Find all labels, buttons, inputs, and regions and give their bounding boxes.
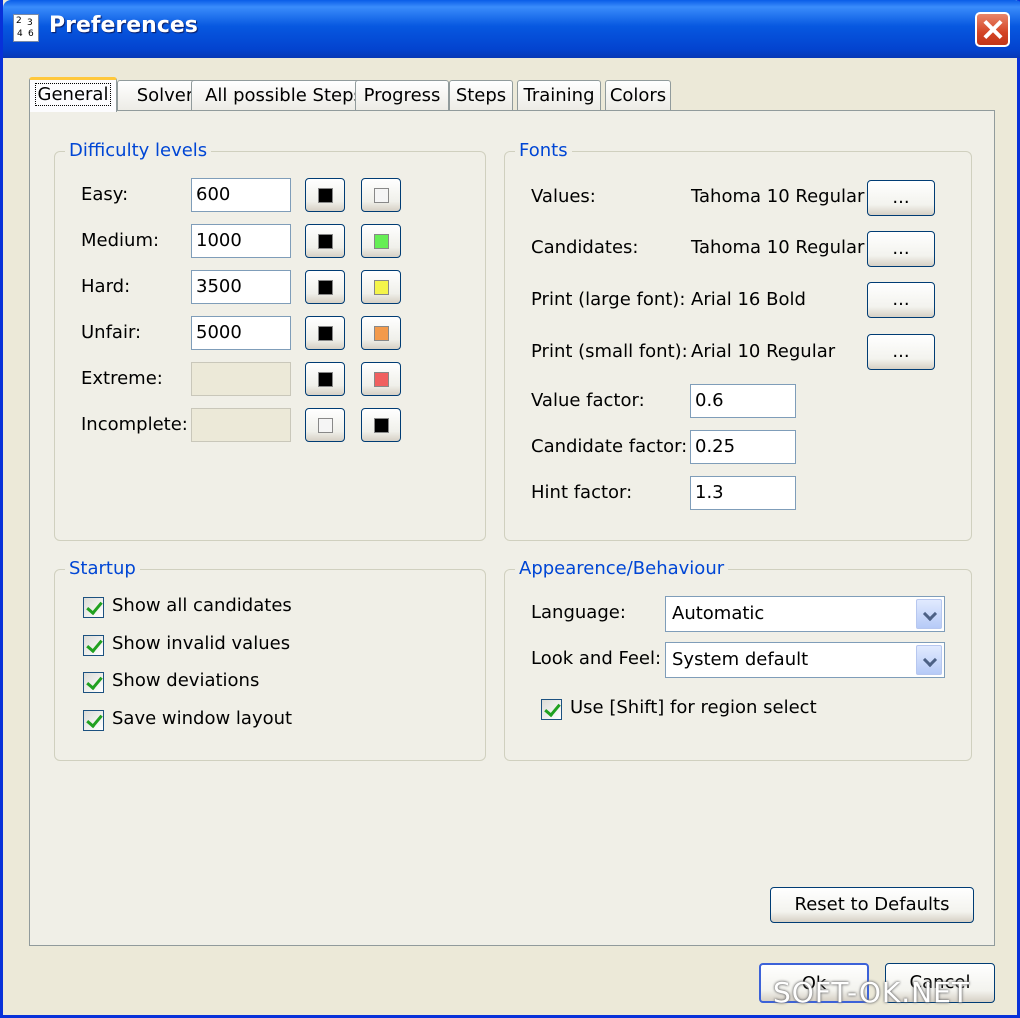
unfair-bg-color-button[interactable] xyxy=(361,316,401,350)
checkbox-checked-icon[interactable] xyxy=(83,597,104,618)
medium-bg-color-button[interactable] xyxy=(361,224,401,258)
look-and-feel-select[interactable]: System default xyxy=(665,642,945,678)
print-large-font-button[interactable]: ... xyxy=(867,282,935,318)
candidate-factor-field[interactable]: 0.25 xyxy=(690,430,796,464)
icon-digit: 4 xyxy=(17,29,23,39)
candidates-font-button[interactable]: ... xyxy=(867,231,935,267)
hint-factor-field[interactable]: 1.3 xyxy=(690,476,796,510)
incomplete-fg-color-button[interactable] xyxy=(305,408,345,442)
extreme-fg-color-button[interactable] xyxy=(305,362,345,396)
color-swatch xyxy=(374,280,389,295)
color-swatch xyxy=(374,234,389,249)
startup-group: Startup Show all candidates Show invalid… xyxy=(54,558,486,761)
icon-digit: 6 xyxy=(28,29,34,39)
print-small-font-button[interactable]: ... xyxy=(867,334,935,370)
difficulty-label: Easy: xyxy=(81,184,129,205)
group-title: Fonts xyxy=(515,140,572,161)
color-swatch xyxy=(318,234,333,249)
group-title: Difficulty levels xyxy=(65,140,212,161)
checkbox-checked-icon[interactable] xyxy=(83,635,104,656)
values-font-button[interactable]: ... xyxy=(867,180,935,216)
checkbox-checked-icon[interactable] xyxy=(83,710,104,731)
preferences-dialog: 2 3 4 6 Preferences General Solver All p… xyxy=(0,0,1020,1018)
tab-training[interactable]: Training xyxy=(517,80,601,111)
tab-all-possible-steps[interactable]: All possible Steps xyxy=(191,80,377,111)
easy-bg-color-button[interactable] xyxy=(361,178,401,212)
difficulty-label: Extreme: xyxy=(81,368,163,389)
checkbox-checked-icon[interactable] xyxy=(83,672,104,693)
chevron-down-icon[interactable] xyxy=(916,645,942,675)
medium-value-field[interactable]: 1000 xyxy=(191,224,291,258)
color-swatch xyxy=(318,372,333,387)
color-swatch xyxy=(374,418,389,433)
font-label: Print (small font): xyxy=(531,341,688,362)
appearance-group: Appearence/Behaviour Language: Automatic… xyxy=(504,558,972,761)
extreme-bg-color-button[interactable] xyxy=(361,362,401,396)
value-factor-field[interactable]: 0.6 xyxy=(690,384,796,418)
hard-value-field[interactable]: 3500 xyxy=(191,270,291,304)
color-swatch xyxy=(374,326,389,341)
icon-digit: 2 xyxy=(16,16,22,26)
language-label: Language: xyxy=(531,602,626,623)
window-title: Preferences xyxy=(49,13,198,38)
factor-label: Candidate factor: xyxy=(531,436,688,457)
tab-panel-general: Difficulty levels Easy: 600 Medium: 1000… xyxy=(29,110,995,946)
font-value: Tahoma 10 Regular xyxy=(691,186,865,207)
color-swatch xyxy=(318,418,333,433)
incomplete-value-field xyxy=(191,408,291,442)
reset-to-defaults-button[interactable]: Reset to Defaults xyxy=(770,887,974,923)
color-swatch xyxy=(374,188,389,203)
medium-fg-color-button[interactable] xyxy=(305,224,345,258)
extreme-value-field xyxy=(191,362,291,396)
language-select[interactable]: Automatic xyxy=(665,596,945,632)
tab-general[interactable]: General xyxy=(29,77,117,112)
factor-label: Value factor: xyxy=(531,390,645,411)
font-value: Tahoma 10 Regular xyxy=(691,237,865,258)
title-bar[interactable]: 2 3 4 6 Preferences xyxy=(3,0,1020,58)
font-label: Print (large font): xyxy=(531,289,686,310)
font-value: Arial 10 Regular xyxy=(691,341,836,362)
chevron-down-icon[interactable] xyxy=(916,599,942,629)
difficulty-label: Unfair: xyxy=(81,322,142,343)
tab-progress[interactable]: Progress xyxy=(355,80,449,111)
fonts-group: Fonts Values: Tahoma 10 Regular ... Cand… xyxy=(504,140,972,541)
easy-fg-color-button[interactable] xyxy=(305,178,345,212)
app-icon: 2 3 4 6 xyxy=(13,14,39,42)
watermark: SOFT-OK.NET xyxy=(773,976,970,1009)
group-title: Appearence/Behaviour xyxy=(515,558,729,579)
tab-colors[interactable]: Colors xyxy=(605,80,671,111)
font-value: Arial 16 Bold xyxy=(691,289,806,310)
font-label: Values: xyxy=(531,186,596,207)
unfair-value-field[interactable]: 5000 xyxy=(191,316,291,350)
look-and-feel-label: Look and Feel: xyxy=(531,648,662,669)
color-swatch xyxy=(318,188,333,203)
difficulty-label: Hard: xyxy=(81,276,131,297)
unfair-fg-color-button[interactable] xyxy=(305,316,345,350)
difficulty-levels-group: Difficulty levels Easy: 600 Medium: 1000… xyxy=(54,140,486,541)
color-swatch xyxy=(318,280,333,295)
hard-bg-color-button[interactable] xyxy=(361,270,401,304)
close-icon[interactable] xyxy=(975,12,1010,47)
icon-digit: 3 xyxy=(27,18,33,28)
group-title: Startup xyxy=(65,558,140,579)
tab-steps[interactable]: Steps xyxy=(449,80,513,111)
color-swatch xyxy=(318,326,333,341)
difficulty-label: Medium: xyxy=(81,230,160,251)
easy-value-field[interactable]: 600 xyxy=(191,178,291,212)
hard-fg-color-button[interactable] xyxy=(305,270,345,304)
difficulty-label: Incomplete: xyxy=(81,414,188,435)
checkbox-checked-icon[interactable] xyxy=(541,699,562,720)
incomplete-bg-color-button[interactable] xyxy=(361,408,401,442)
factor-label: Hint factor: xyxy=(531,482,633,503)
font-label: Candidates: xyxy=(531,237,639,258)
color-swatch xyxy=(374,372,389,387)
